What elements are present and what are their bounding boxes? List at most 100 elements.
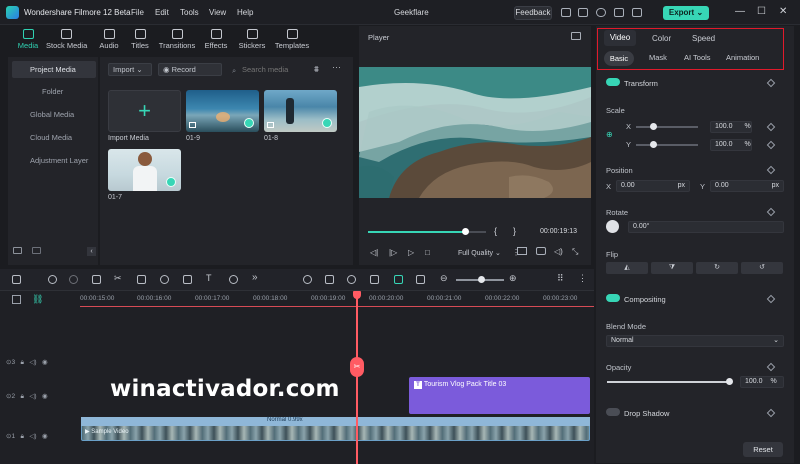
fullscreen-icon[interactable]: ⤡ — [572, 247, 578, 257]
render-icon[interactable] — [303, 275, 312, 284]
display-icon[interactable] — [517, 247, 527, 255]
close-icon[interactable]: ✕ — [779, 6, 787, 17]
drop-shadow-toggle[interactable] — [606, 408, 620, 416]
flip-horizontal-button[interactable]: ◭ — [606, 262, 648, 274]
mute-icon[interactable]: ◁) — [29, 433, 36, 440]
timeline-settings-icon[interactable]: ⋮ — [578, 273, 587, 284]
import-dropdown[interactable]: Import ⌄ — [108, 63, 152, 76]
slider-knob[interactable] — [650, 123, 657, 130]
rotate-field[interactable]: 0.00° — [628, 221, 784, 233]
feedback-button[interactable]: Feedback — [514, 6, 552, 20]
folder-icon[interactable] — [32, 247, 41, 254]
snapshot-icon[interactable] — [571, 32, 581, 40]
mark-in-icon[interactable]: { — [494, 226, 497, 236]
redo-icon[interactable] — [69, 275, 78, 284]
new-folder-icon[interactable] — [13, 247, 22, 254]
sidebar-item-global-media[interactable]: Global Media — [12, 106, 96, 123]
position-x-field[interactable]: 0.00 px — [616, 180, 690, 192]
microphone-icon[interactable] — [347, 275, 356, 284]
eye-icon[interactable]: ◉ — [42, 359, 48, 366]
tool-effects[interactable]: Effects — [196, 27, 236, 50]
media-thumbnail[interactable] — [108, 149, 181, 191]
slider-knob[interactable] — [726, 378, 733, 385]
menu-help[interactable]: Help — [237, 8, 253, 17]
monitor-icon[interactable] — [561, 8, 571, 17]
save-icon[interactable] — [578, 8, 588, 17]
reset-button[interactable]: Reset — [743, 442, 783, 457]
auto-highlight-icon[interactable] — [370, 275, 379, 284]
record-dropdown[interactable]: ◉ Record — [158, 63, 222, 76]
position-y-field[interactable]: 0.00 px — [710, 180, 784, 192]
shield-icon[interactable] — [325, 275, 334, 284]
tool-templates[interactable]: Templates — [272, 27, 312, 50]
playhead[interactable] — [356, 291, 358, 464]
tab-speed[interactable]: Speed — [692, 34, 715, 43]
rotate-right-button[interactable]: ↻ — [696, 262, 738, 274]
add-track-icon[interactable] — [12, 295, 21, 304]
tool-media[interactable]: Media — [8, 27, 48, 50]
menu-view[interactable]: View — [209, 8, 226, 17]
crop-icon[interactable] — [183, 275, 192, 284]
export-button[interactable]: Export ⌄ — [663, 6, 709, 20]
camera-icon[interactable] — [536, 247, 546, 255]
title-clip[interactable]: T Tourism Vlog Pack Title 03 — [409, 377, 590, 414]
rotate-dial[interactable] — [606, 220, 619, 233]
player-progress-knob[interactable] — [461, 228, 469, 235]
zoom-knob[interactable] — [478, 276, 485, 283]
sidebar-item-folder[interactable]: Folder — [12, 83, 96, 100]
cloud-icon[interactable] — [596, 8, 606, 17]
scale-x-field[interactable]: 100.0 % — [710, 121, 752, 133]
magnet-icon[interactable] — [394, 275, 403, 284]
layout-icon[interactable] — [12, 275, 21, 284]
grid-icon[interactable] — [632, 8, 642, 17]
compositing-toggle[interactable] — [606, 294, 620, 302]
sidebar-item-adjustment-layer[interactable]: Adjustment Layer — [12, 152, 96, 169]
rotate-left-button[interactable]: ↺ — [741, 262, 783, 274]
filter-icon[interactable]: ⩩ — [314, 64, 319, 75]
more-tools-icon[interactable]: » — [252, 272, 258, 283]
media-thumbnail[interactable] — [186, 90, 259, 132]
tag-icon[interactable] — [160, 275, 169, 284]
import-media-tile[interactable]: + — [108, 90, 181, 132]
playhead-handle[interactable] — [353, 291, 361, 299]
split-scissors-icon[interactable]: ✂ — [350, 357, 364, 377]
tool-titles[interactable]: Titles — [120, 27, 160, 50]
headset-icon[interactable] — [614, 8, 624, 17]
pip-icon[interactable] — [416, 275, 425, 284]
menu-tools[interactable]: Tools — [180, 8, 199, 17]
minimize-icon[interactable]: — — [735, 6, 745, 17]
subtab-basic[interactable]: Basic — [604, 51, 634, 66]
scale-y-slider[interactable] — [636, 144, 698, 146]
collapse-icon[interactable]: ‹ — [87, 247, 96, 256]
tool-stock-media[interactable]: Stock Media — [46, 27, 87, 50]
scale-x-slider[interactable] — [636, 126, 698, 128]
stop-icon[interactable]: □ — [425, 248, 430, 257]
sidebar-item-cloud-media[interactable]: Cloud Media — [12, 129, 96, 146]
subtab-ai-tools[interactable]: AI Tools — [684, 53, 711, 62]
zoom-in-icon[interactable]: ⊕ — [509, 273, 517, 284]
mark-out-icon[interactable]: } — [513, 226, 516, 236]
lock-ratio-icon[interactable]: ⊕ — [606, 130, 613, 139]
text-t-icon[interactable]: T — [206, 273, 212, 283]
flip-vertical-button[interactable]: ⧩ — [651, 262, 693, 274]
slider-knob[interactable] — [650, 141, 657, 148]
tool-stickers[interactable]: Stickers — [232, 27, 272, 50]
more-icon[interactable]: ··· — [332, 62, 341, 72]
audio-edit-icon[interactable] — [137, 275, 146, 284]
play-icon[interactable]: ▷ — [408, 248, 414, 257]
undo-icon[interactable] — [48, 275, 57, 284]
opacity-field[interactable]: 100.0 % — [740, 376, 784, 388]
blend-mode-select[interactable]: Normal ⌄ — [606, 335, 784, 347]
subtab-mask[interactable]: Mask — [649, 53, 667, 62]
sidebar-item-project-media[interactable]: Project Media — [12, 61, 96, 78]
search-input[interactable] — [242, 63, 308, 76]
maximize-icon[interactable]: ☐ — [757, 6, 766, 17]
tab-color[interactable]: Color — [652, 34, 671, 43]
delete-icon[interactable] — [92, 275, 101, 284]
eye-icon[interactable]: ◉ — [42, 433, 48, 440]
menu-edit[interactable]: Edit — [155, 8, 169, 17]
opacity-slider[interactable] — [607, 381, 731, 383]
grid-view-icon[interactable]: ⠿ — [557, 273, 564, 284]
quality-dropdown[interactable]: Full Quality ⌄ — [458, 249, 501, 257]
media-thumbnail[interactable] — [264, 90, 337, 132]
